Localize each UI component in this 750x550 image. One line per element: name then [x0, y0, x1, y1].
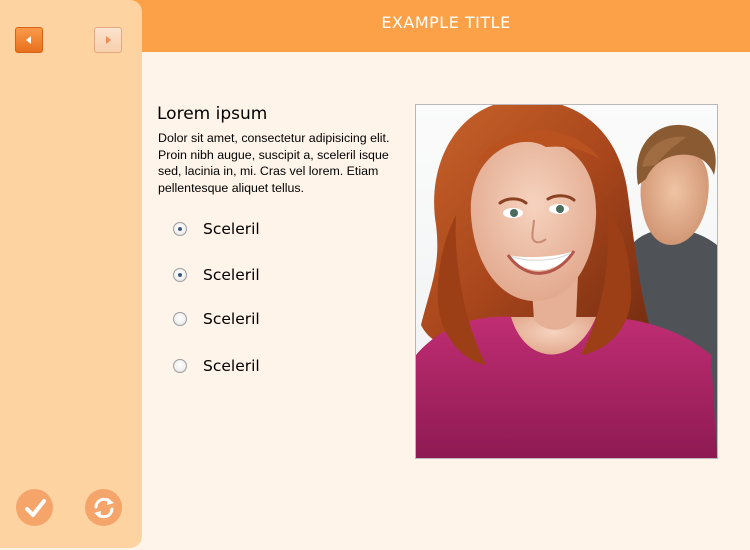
back-button[interactable] [15, 27, 43, 53]
students-photo-illustration [416, 105, 717, 458]
content-heading: Lorem ipsum [157, 104, 268, 124]
option-label: Sceleril [203, 357, 260, 375]
reset-button[interactable] [85, 489, 122, 526]
triangle-right-icon [106, 36, 111, 44]
photo [415, 104, 718, 459]
forward-button[interactable] [94, 27, 122, 53]
option-label: Sceleril [203, 266, 260, 284]
slide: EXAMPLE TITLE Lorem ipsum Dolor sit amet… [0, 0, 750, 550]
radio-button[interactable] [173, 268, 187, 282]
option-label: Sceleril [203, 310, 260, 328]
radio-button[interactable] [173, 222, 187, 236]
triangle-left-icon [26, 36, 31, 44]
content-paragraph: Dolor sit amet, consectetur adipisicing … [158, 131, 390, 195]
radio-button[interactable] [173, 359, 187, 373]
submit-button[interactable] [16, 489, 53, 526]
page-title: EXAMPLE TITLE [381, 13, 511, 32]
sidebar [0, 0, 142, 548]
radio-button[interactable] [173, 312, 187, 326]
option-label: Sceleril [203, 220, 260, 238]
refresh-icon [93, 497, 114, 519]
checkmark-icon [24, 499, 46, 517]
